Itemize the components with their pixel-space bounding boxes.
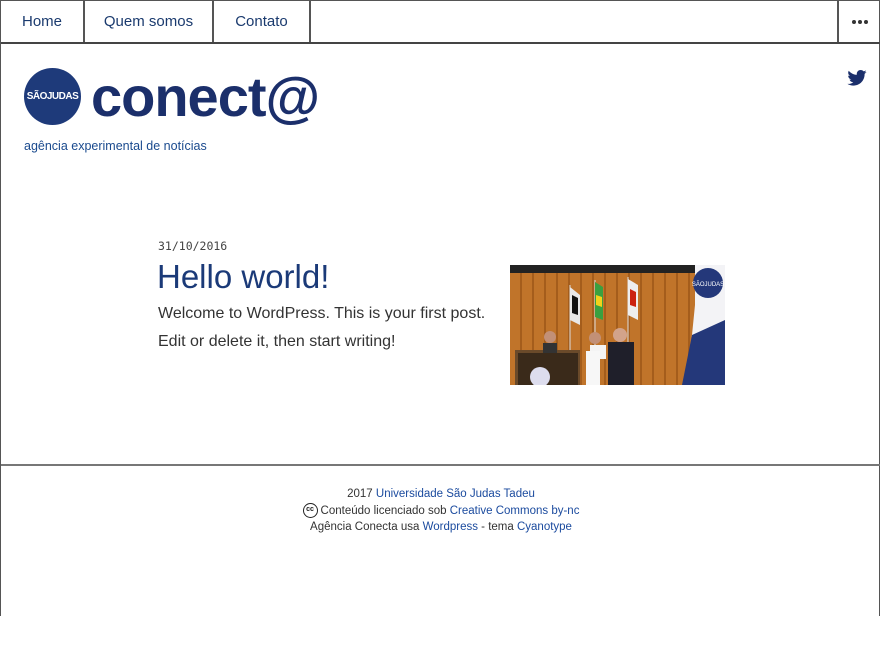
- theme-text: - tema: [481, 521, 514, 533]
- photo-badge-text: SÃOJUDAS: [692, 281, 724, 288]
- more-menu-button[interactable]: [839, 1, 880, 42]
- footer-year: 2017: [347, 488, 373, 500]
- post-title[interactable]: Hello world!: [157, 258, 329, 296]
- nav-spacer: [311, 1, 839, 42]
- creative-commons-icon: cc: [302, 502, 318, 518]
- site-logo[interactable]: SÃOJUDAS conect@: [24, 64, 320, 128]
- credits-prefix: Agência Conecta usa: [310, 521, 420, 533]
- top-nav: Home Quem somos Contato: [1, 1, 880, 44]
- footer-credits-line: Agência Conecta usa Wordpress - tema Cya…: [1, 519, 880, 536]
- site-title: conect@: [91, 64, 320, 128]
- photo-illustration: SÃOJUDAS: [510, 265, 725, 385]
- post-excerpt: Welcome to WordPress. This is your first…: [158, 305, 486, 350]
- footer-divider: [1, 464, 880, 466]
- wordpress-link[interactable]: Wordpress: [423, 521, 478, 533]
- nav-item-quem-somos[interactable]: Quem somos: [85, 1, 214, 42]
- twitter-icon[interactable]: [847, 70, 867, 86]
- page-frame: Home Quem somos Contato SÃOJUDAS conect@…: [0, 0, 880, 616]
- university-link[interactable]: Universidade São Judas Tadeu: [376, 488, 535, 500]
- site-tagline: agência experimental de notícias: [24, 139, 207, 153]
- post-date: 31/10/2016: [158, 239, 228, 253]
- footer-copyright-line: 2017 Universidade São Judas Tadeu: [1, 486, 880, 503]
- nav-item-home[interactable]: Home: [1, 1, 85, 42]
- footer-license-line: cc Conteúdo licenciado sob Creative Commo…: [1, 502, 880, 520]
- cyanotype-theme-link[interactable]: Cyanotype: [517, 521, 572, 533]
- license-prefix: Conteúdo licenciado sob: [320, 504, 447, 517]
- sao-judas-badge: SÃOJUDAS: [24, 68, 81, 125]
- creative-commons-link[interactable]: Creative Commons by-nc: [450, 505, 580, 517]
- nav-item-contato[interactable]: Contato: [214, 1, 311, 42]
- post-featured-image[interactable]: SÃOJUDAS: [510, 265, 725, 385]
- more-horizontal-icon: [852, 19, 868, 24]
- site-footer: 2017 Universidade São Judas Tadeu cc Cont…: [1, 486, 880, 536]
